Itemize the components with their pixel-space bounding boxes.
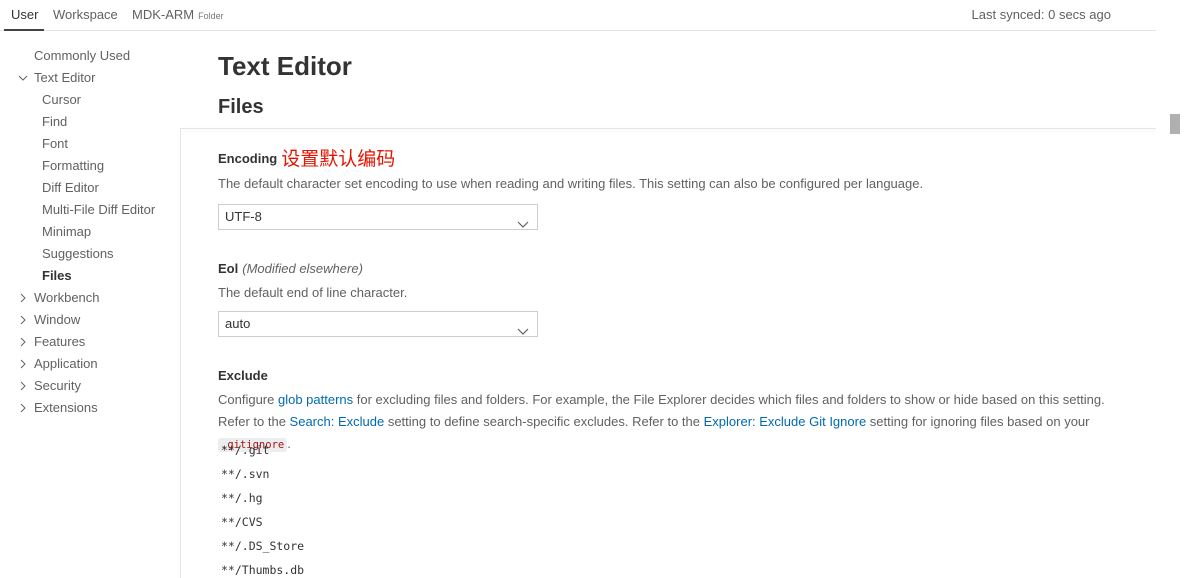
chevron-right-icon[interactable] — [18, 375, 28, 397]
exclude-title: Exclude — [218, 368, 268, 383]
encoding-description: The default character set encoding to us… — [218, 176, 924, 191]
encoding-title: Encoding — [218, 151, 278, 166]
toc-item-multi-file-diff-editor[interactable]: Multi-File Diff Editor — [42, 199, 155, 221]
toc-workbench[interactable]: Workbench — [34, 287, 100, 309]
desc-text: setting for ignoring files based on your — [866, 414, 1090, 429]
desc-text: Configure — [218, 392, 278, 407]
settings-toc: Commonly Used Text Editor Cursor Find Fo… — [0, 31, 180, 578]
tab-workspace[interactable]: Workspace — [53, 7, 118, 23]
setting-title: Eol (Modified elsewhere) — [218, 260, 1138, 278]
chevron-right-icon[interactable] — [18, 309, 28, 331]
toc-item-formatting[interactable]: Formatting — [42, 155, 104, 177]
toc-item-minimap[interactable]: Minimap — [42, 221, 91, 243]
encoding-select-value: UTF-8 — [225, 209, 262, 224]
toc-item-find[interactable]: Find — [42, 111, 67, 133]
list-item[interactable]: **/.hg — [221, 486, 304, 510]
toc-item-diff-editor[interactable]: Diff Editor — [42, 177, 99, 199]
annotation-label: 设置默认编码 — [281, 149, 396, 170]
scrollbar-thumb[interactable] — [1170, 114, 1180, 134]
eol-select[interactable]: auto — [218, 311, 538, 337]
chevron-right-icon[interactable] — [18, 331, 28, 353]
toc-application[interactable]: Application — [34, 353, 98, 375]
section-title: Files — [218, 96, 264, 118]
toc-item-cursor[interactable]: Cursor — [42, 89, 81, 111]
eol-description: The default end of line character. — [218, 285, 408, 300]
setting-exclude: Exclude Configure glob patterns for excl… — [218, 367, 1138, 456]
setting-encoding: Encoding 设置默认编码 The default character set… — [218, 150, 1138, 195]
toc-security[interactable]: Security — [34, 375, 81, 397]
link-glob-patterns[interactable]: glob patterns — [278, 392, 353, 407]
desc-text: setting to define search-specific exclud… — [384, 414, 704, 429]
list-item[interactable]: **/.svn — [221, 462, 304, 486]
toc-item-font[interactable]: Font — [42, 133, 68, 155]
link-explorer-exclude-git-ignore[interactable]: Explorer: Exclude Git Ignore — [704, 414, 867, 429]
sync-status: Last synced: 0 secs ago — [971, 7, 1111, 22]
list-item[interactable]: **/.git — [221, 438, 304, 462]
setting-title: Encoding 设置默认编码 — [218, 150, 1138, 169]
link-search-exclude[interactable]: Search: Exclude — [290, 414, 385, 429]
settings-editor: Text Editor Files Encoding 设置默认编码 The def… — [181, 31, 1156, 578]
chevron-down-icon — [517, 320, 529, 344]
exclude-pattern-list: **/.git **/.svn **/.hg **/CVS **/.DS_Sto… — [221, 438, 304, 578]
vertical-scrollbar[interactable] — [1168, 31, 1182, 578]
page-title: Text Editor — [218, 51, 352, 81]
header-separator — [181, 128, 1156, 129]
chevron-right-icon[interactable] — [18, 353, 28, 375]
toc-item-files[interactable]: Files — [42, 265, 72, 287]
toc-item-suggestions[interactable]: Suggestions — [42, 243, 114, 265]
encoding-select[interactable]: UTF-8 — [218, 204, 538, 230]
chevron-right-icon[interactable] — [18, 397, 28, 419]
tab-folder-label: MDK-ARM — [132, 7, 195, 22]
list-item[interactable]: **/CVS — [221, 510, 304, 534]
toc-text-editor[interactable]: Text Editor — [34, 67, 95, 89]
exclude-description: Configure glob patterns for excluding fi… — [218, 389, 1138, 456]
eol-title: Eol — [218, 261, 239, 276]
settings-scope-bar: User Workspace MDK-ARM Folder Last synced… — [0, 0, 1156, 31]
chevron-down-icon — [517, 213, 529, 237]
toc-window[interactable]: Window — [34, 309, 80, 331]
tab-folder-mdk-arm[interactable]: MDK-ARM Folder — [132, 7, 224, 24]
toc-extensions[interactable]: Extensions — [34, 397, 98, 419]
list-item[interactable]: **/Thumbs.db — [221, 558, 304, 578]
modified-elsewhere-label[interactable]: (Modified elsewhere) — [242, 261, 363, 276]
toc-features[interactable]: Features — [34, 331, 85, 353]
tab-user[interactable]: User — [11, 7, 38, 23]
toc-commonly-used[interactable]: Commonly Used — [34, 45, 130, 67]
chevron-down-icon[interactable] — [18, 67, 28, 89]
chevron-right-icon[interactable] — [18, 287, 28, 309]
eol-select-value: auto — [225, 316, 251, 331]
tab-folder-sub: Folder — [198, 11, 224, 21]
list-item[interactable]: **/.DS_Store — [221, 534, 304, 558]
setting-eol: Eol (Modified elsewhere) The default end … — [218, 260, 1138, 304]
